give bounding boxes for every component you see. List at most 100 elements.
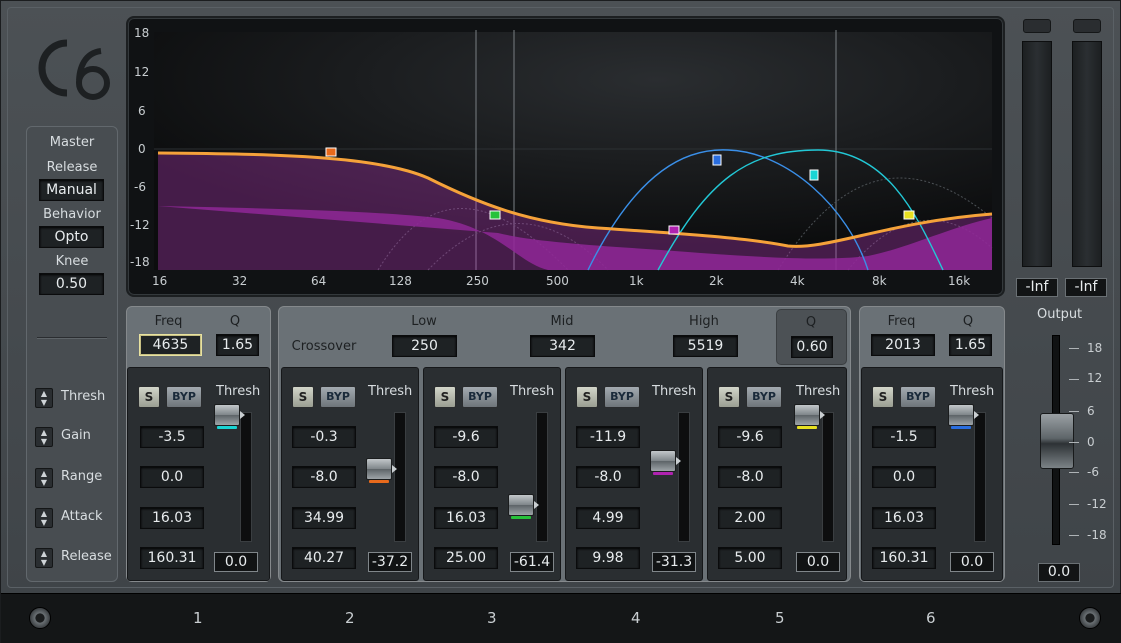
- band4-solo-button[interactable]: S: [576, 386, 598, 408]
- eq-curve-display[interactable]: [128, 18, 1003, 295]
- band3-release-field[interactable]: 25.00: [434, 547, 498, 569]
- band1-bypass-button[interactable]: BYP: [166, 386, 202, 408]
- crossover-mid-field[interactable]: 342: [530, 335, 595, 357]
- band4-thresh-track[interactable]: [678, 412, 690, 542]
- band1-gain-field[interactable]: -3.5: [140, 426, 204, 448]
- band3-thresh-fader[interactable]: [508, 494, 539, 519]
- band-number[interactable]: 5: [775, 609, 785, 627]
- band6-release-field[interactable]: 160.31: [872, 547, 936, 569]
- band2-release-field[interactable]: 40.27: [292, 547, 356, 569]
- y-tick: -6: [134, 180, 146, 194]
- band5-dynamics: S BYP Thresh -9.6 -8.0 2.00 5.00 0.0: [707, 367, 847, 581]
- knee-field[interactable]: 0.50: [39, 273, 104, 295]
- band3-thresh-label: Thresh: [510, 384, 555, 399]
- band2-bypass-button[interactable]: BYP: [320, 386, 356, 408]
- x-tick: 64: [311, 274, 327, 288]
- band4-release-field[interactable]: 9.98: [576, 547, 640, 569]
- band6-solo-button[interactable]: S: [872, 386, 894, 408]
- band5-solo-button[interactable]: S: [718, 386, 740, 408]
- band2-thresh-fader[interactable]: [366, 458, 397, 483]
- band4-handle[interactable]: [668, 225, 680, 235]
- band1-thresh-value: 0.0: [214, 552, 258, 572]
- band-number[interactable]: 1: [193, 609, 203, 627]
- behavior-selector[interactable]: Opto: [39, 226, 104, 248]
- band3-attack-field[interactable]: 16.03: [434, 507, 498, 529]
- band2-solo-button[interactable]: S: [292, 386, 314, 408]
- band6-thresh-label: Thresh: [950, 384, 995, 399]
- band4-thresh-fader[interactable]: [650, 450, 681, 475]
- band4-thresh-label: Thresh: [652, 384, 697, 399]
- band1-range-field[interactable]: 0.0: [140, 466, 204, 488]
- band6-thresh-track[interactable]: [974, 412, 986, 542]
- crossover-low-field[interactable]: 250: [392, 335, 457, 357]
- band3-gain-field[interactable]: -9.6: [434, 426, 498, 448]
- band1-thresh-fader[interactable]: [214, 404, 245, 429]
- band3-range-field[interactable]: -8.0: [434, 466, 498, 488]
- gain-spin-button[interactable]: ▲ ▼: [35, 427, 53, 447]
- band1-q-field[interactable]: 1.65: [216, 334, 259, 356]
- x-tick: 2k: [709, 274, 724, 288]
- band5-handle[interactable]: [903, 210, 915, 220]
- band3-dynamics: S BYP Thresh -9.6 -8.0 16.03 25.00 -61.4: [423, 367, 561, 581]
- band6-bypass-button[interactable]: BYP: [900, 386, 936, 408]
- band3-bypass-button[interactable]: BYP: [462, 386, 498, 408]
- band5-thresh-track[interactable]: [822, 412, 834, 542]
- release-spin-button[interactable]: ▲ ▼: [35, 548, 53, 568]
- x-tick: 16k: [948, 274, 971, 288]
- band2-handle[interactable]: [325, 147, 337, 157]
- meter-clip-left[interactable]: [1023, 19, 1051, 33]
- band4-gain-field[interactable]: -11.9: [576, 426, 640, 448]
- band1-attack-field[interactable]: 16.03: [140, 507, 204, 529]
- output-tick: -6: [1087, 465, 1099, 479]
- band2-attack-field[interactable]: 34.99: [292, 507, 356, 529]
- band3-solo-button[interactable]: S: [434, 386, 456, 408]
- band6-freq-field[interactable]: 2013: [871, 334, 935, 356]
- band6-range-field[interactable]: 0.0: [872, 466, 936, 488]
- band1-thresh-track[interactable]: [240, 412, 252, 542]
- band6-attack-field[interactable]: 16.03: [872, 507, 936, 529]
- band2-thresh-track[interactable]: [394, 412, 406, 542]
- y-tick: 12: [134, 65, 150, 79]
- band5-range-field[interactable]: -8.0: [718, 466, 782, 488]
- band1-handle[interactable]: [809, 169, 819, 181]
- crossover-q-field[interactable]: 0.60: [791, 336, 833, 358]
- band-number[interactable]: 3: [487, 609, 497, 627]
- tick-mark: [1069, 348, 1079, 349]
- band3-handle[interactable]: [489, 210, 501, 220]
- screw-left: [29, 607, 51, 629]
- band5-gain-field[interactable]: -9.6: [718, 426, 782, 448]
- band1-freq-field[interactable]: 4635: [139, 334, 202, 356]
- crossover-q-group: Q 0.60: [776, 309, 847, 365]
- band6-handle[interactable]: [712, 154, 722, 166]
- band4-bypass-button[interactable]: BYP: [604, 386, 640, 408]
- band1-release-field[interactable]: 160.31: [140, 547, 204, 569]
- attack-spin-button[interactable]: ▲ ▼: [35, 508, 53, 528]
- level-meter-right: [1072, 41, 1102, 267]
- master-panel: Master Release Manual Behavior Opto Knee…: [26, 126, 118, 582]
- band5-release-field[interactable]: 5.00: [718, 547, 782, 569]
- band6-q-field[interactable]: 1.65: [949, 334, 992, 356]
- output-value[interactable]: 0.0: [1038, 563, 1080, 582]
- crossover-high-field[interactable]: 5519: [673, 335, 738, 357]
- band-number[interactable]: 4: [631, 609, 641, 627]
- band-number[interactable]: 6: [926, 609, 936, 627]
- band4-range-field[interactable]: -8.0: [576, 466, 640, 488]
- band2-gain-field[interactable]: -0.3: [292, 426, 356, 448]
- band3-thresh-track[interactable]: [536, 412, 548, 542]
- output-fader-knob[interactable]: [1040, 413, 1074, 469]
- band6-gain-field[interactable]: -1.5: [872, 426, 936, 448]
- band5-thresh-fader[interactable]: [794, 404, 825, 429]
- range-spin-button[interactable]: ▲ ▼: [35, 468, 53, 488]
- band1-solo-button[interactable]: S: [138, 386, 160, 408]
- band6-thresh-fader[interactable]: [948, 404, 979, 429]
- release-mode-selector[interactable]: Manual: [39, 179, 104, 201]
- band5-attack-field[interactable]: 2.00: [718, 507, 782, 529]
- band-number[interactable]: 2: [345, 609, 355, 627]
- band2-dynamics: S BYP Thresh -0.3 -8.0 34.99 40.27 -37.2: [281, 367, 419, 581]
- eq-graph[interactable]: 18 12 6 0 -6 -12 -18 16 32 64 128 250 50…: [126, 16, 1005, 297]
- band5-bypass-button[interactable]: BYP: [746, 386, 782, 408]
- meter-clip-right[interactable]: [1073, 19, 1101, 33]
- thresh-spin-button[interactable]: ▲ ▼: [35, 388, 53, 408]
- band4-attack-field[interactable]: 4.99: [576, 507, 640, 529]
- band2-range-field[interactable]: -8.0: [292, 466, 356, 488]
